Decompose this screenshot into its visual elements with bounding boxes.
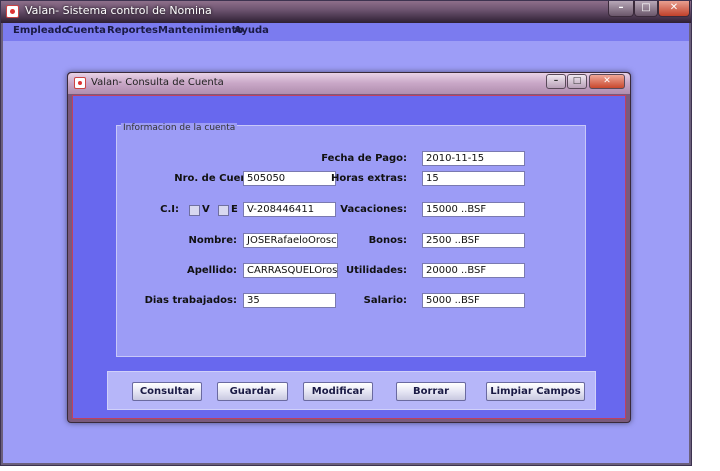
java-app-icon (6, 5, 19, 18)
menu-empleado[interactable]: Empleado (13, 25, 68, 36)
ci-e-label: E (231, 204, 238, 215)
menu-reportes[interactable]: Reportes (107, 25, 158, 36)
consultar-button[interactable]: Consultar (132, 382, 202, 401)
vacaciones-label: Vacaciones: (340, 204, 407, 215)
actions-panel: Consultar Guardar Modificar Borrar Limpi… (107, 371, 596, 410)
horas-extras-field[interactable]: 15 (422, 171, 525, 186)
minimize-button[interactable]: – (608, 1, 634, 17)
maximize-button[interactable]: □ (634, 1, 658, 17)
fecha-pago-field[interactable]: 2010-11-15 (422, 151, 525, 166)
dias-trabajados-label: Dias trabajados: (144, 295, 237, 306)
ci-e-checkbox[interactable] (218, 205, 229, 216)
dialog-title: Valan- Consulta de Cuenta (91, 77, 224, 88)
ci-label: C.I: (160, 204, 179, 215)
java-app-icon (74, 77, 86, 89)
utilidades-field[interactable]: 20000 ..BSF (422, 263, 525, 278)
vacaciones-field[interactable]: 15000 ..BSF (422, 202, 525, 217)
nombre-label: Nombre: (188, 235, 237, 246)
consulta-cuenta-dialog: Valan- Consulta de Cuenta – □ ✕ Informac… (67, 72, 631, 423)
dialog-titlebar[interactable]: Valan- Consulta de Cuenta – □ ✕ (68, 73, 630, 94)
account-info-panel: Informacion de la cuenta Fecha de Pago: … (116, 123, 586, 357)
modificar-button[interactable]: Modificar (303, 382, 373, 401)
dialog-close-button[interactable]: ✕ (589, 74, 625, 89)
fecha-pago-label: Fecha de Pago: (321, 153, 407, 164)
close-button[interactable]: ✕ (658, 1, 690, 17)
ci-v-label: V (202, 204, 210, 215)
limpiar-campos-button[interactable]: Limpiar Campos (486, 382, 585, 401)
utilidades-label: Utilidades: (346, 265, 407, 276)
bonos-label: Bonos: (368, 235, 407, 246)
main-window-title: Valan- Sistema control de Nomina (25, 4, 212, 17)
apellido-label: Apellido: (187, 265, 237, 276)
guardar-button[interactable]: Guardar (217, 382, 288, 401)
borrar-button[interactable]: Borrar (396, 382, 466, 401)
bonos-field[interactable]: 2500 ..BSF (422, 233, 525, 248)
dialog-maximize-button[interactable]: □ (567, 74, 587, 89)
menu-mantenimiento[interactable]: Mantenimiento (158, 25, 243, 36)
menu-ayuda[interactable]: Ayuda (234, 25, 269, 36)
menu-bar: Empleado Cuenta Reportes Mantenimiento A… (3, 23, 689, 41)
dialog-minimize-button[interactable]: – (546, 74, 566, 89)
main-titlebar[interactable]: Valan- Sistema control de Nomina – □ ✕ (1, 1, 691, 23)
menu-cuenta[interactable]: Cuenta (66, 25, 106, 36)
horas-extras-label: Horas extras: (331, 173, 407, 184)
salario-label: Salario: (363, 295, 407, 306)
ci-v-checkbox[interactable] (189, 205, 200, 216)
panel-title: Informacion de la cuenta (121, 123, 238, 133)
salario-field[interactable]: 5000 ..BSF (422, 293, 525, 308)
dialog-body: Informacion de la cuenta Fecha de Pago: … (72, 95, 626, 419)
